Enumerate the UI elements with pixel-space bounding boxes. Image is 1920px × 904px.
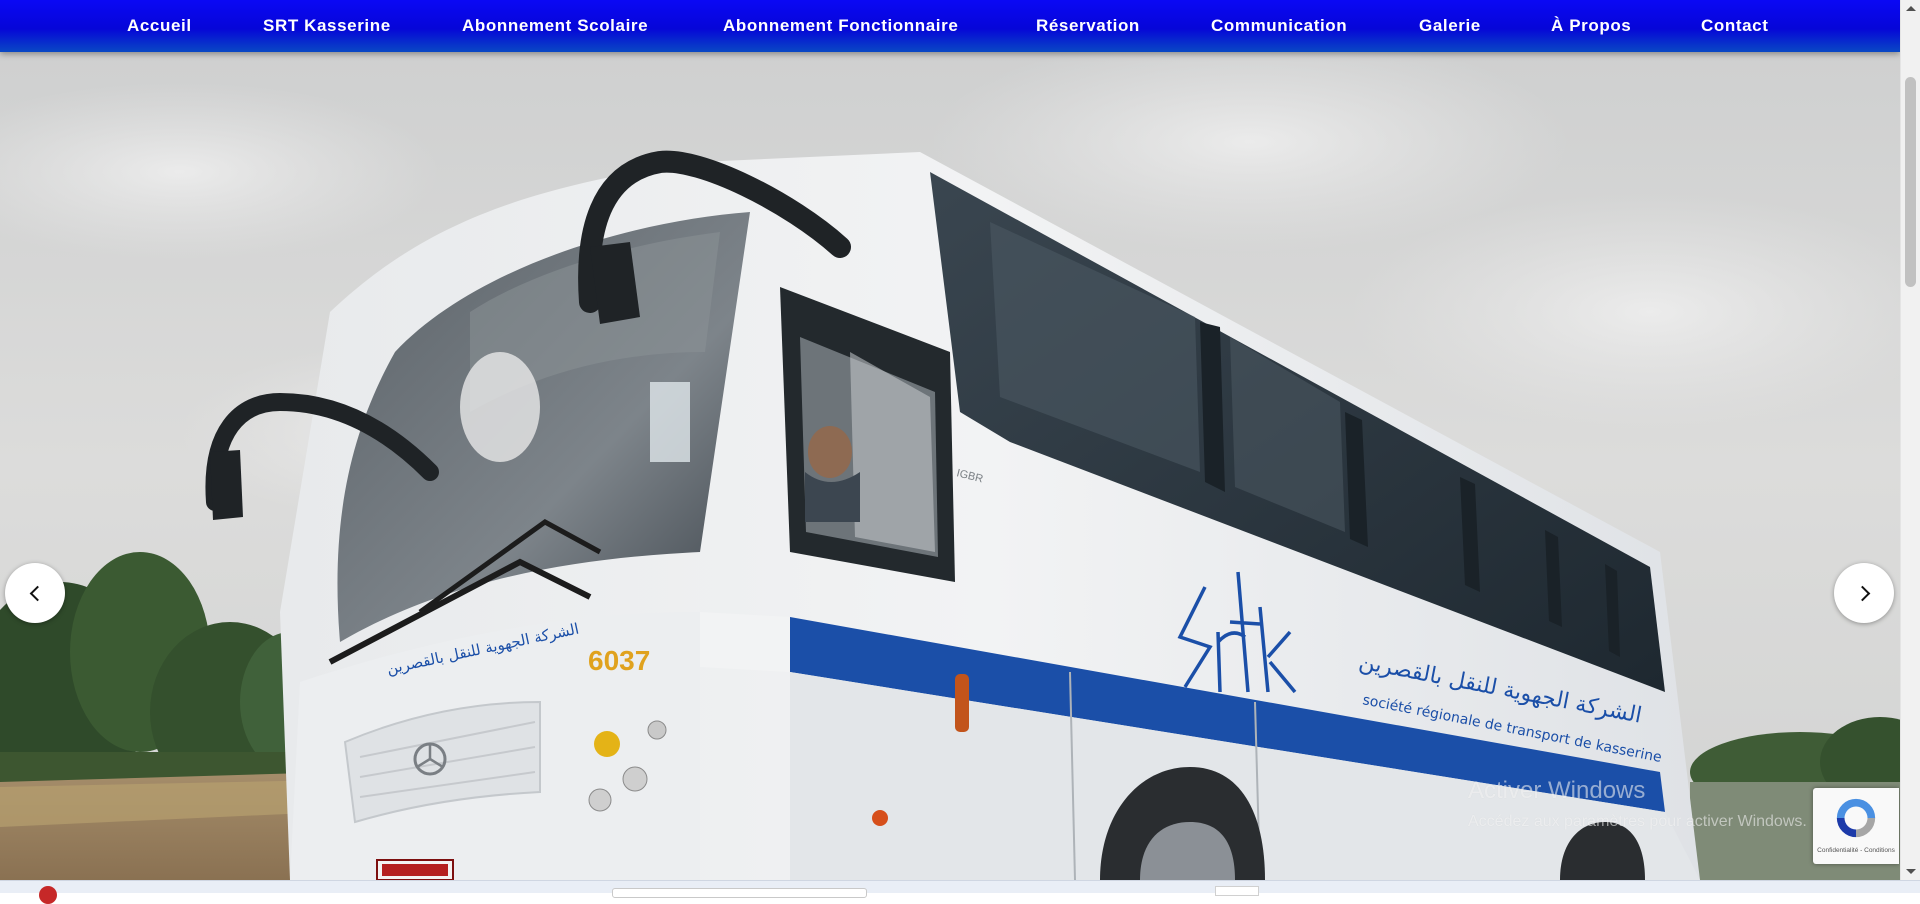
nav-item-accueil[interactable]: Accueil — [127, 0, 192, 52]
content-box — [1215, 886, 1259, 896]
bus-fleet-number: 6037 — [588, 645, 650, 676]
nav-item-galerie[interactable]: Galerie — [1419, 0, 1481, 52]
nav-item-communication[interactable]: Communication — [1211, 0, 1347, 52]
watermark-title: Activer Windows — [1468, 777, 1646, 804]
page: Accueil SRT Kasserine Abonnement Scolair… — [0, 0, 1900, 880]
main-navbar: Accueil SRT Kasserine Abonnement Scolair… — [0, 0, 1900, 52]
bus-photo: الشركة الجهوية للنقل بالقصرين société ré… — [0, 52, 1900, 880]
nav-item-contact[interactable]: Contact — [1701, 0, 1768, 52]
triangle-down-icon — [1905, 869, 1916, 874]
recaptcha-icon — [1836, 798, 1876, 838]
recaptcha-links[interactable]: Confidentialité - Conditions — [1817, 847, 1895, 854]
scrollbar-thumb[interactable] — [1905, 77, 1916, 287]
nav-item-reservation[interactable]: Réservation — [1036, 0, 1140, 52]
triangle-up-icon — [1905, 6, 1916, 11]
page-scrollbar[interactable] — [1900, 0, 1920, 880]
chevron-left-icon — [29, 585, 45, 601]
nav-item-a-propos[interactable]: À Propos — [1551, 0, 1631, 52]
scroll-down-arrow[interactable] — [1901, 863, 1920, 880]
chevron-right-icon — [1854, 585, 1870, 601]
red-badge-icon — [39, 886, 57, 904]
content-box — [612, 888, 867, 898]
watermark-subtitle: Accédez aux paramètres pour activer Wind… — [1468, 813, 1807, 830]
windows-activation-watermark: Activer Windows Accédez aux paramètres p… — [1468, 777, 1807, 831]
nav-item-srt-kasserine[interactable]: SRT Kasserine — [263, 0, 391, 52]
carousel-prev-button[interactable] — [5, 563, 65, 623]
nav-item-abonnement-fonctionnaire[interactable]: Abonnement Fonctionnaire — [723, 0, 958, 52]
next-section-peek — [0, 880, 1920, 904]
scroll-up-arrow[interactable] — [1901, 0, 1920, 17]
carousel-next-button[interactable] — [1834, 563, 1894, 623]
hero-carousel: الشركة الجهوية للنقل بالقصرين société ré… — [0, 52, 1900, 880]
nav-menu: Accueil SRT Kasserine Abonnement Scolair… — [0, 0, 1900, 52]
recaptcha-badge[interactable]: Confidentialité - Conditions — [1813, 788, 1899, 864]
nav-item-abonnement-scolaire[interactable]: Abonnement Scolaire — [462, 0, 648, 52]
